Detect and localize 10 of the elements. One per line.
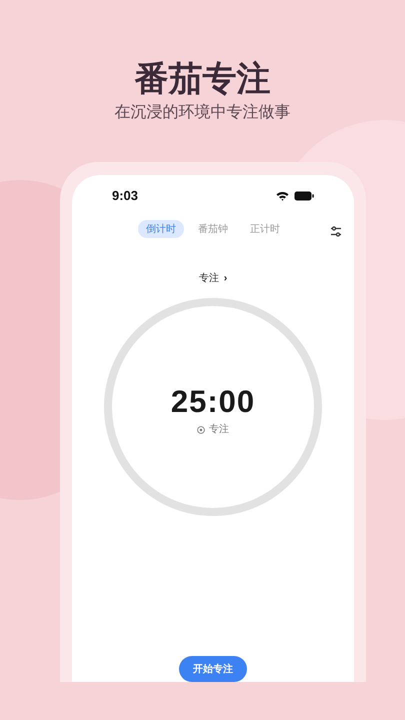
status-time: 9:03 bbox=[112, 186, 138, 205]
focus-selector[interactable]: 专注 › bbox=[198, 272, 228, 286]
subtitle: 在沉浸的环境中专注做事 bbox=[114, 102, 290, 123]
mode-tab[interactable]: 正计时 bbox=[242, 220, 288, 238]
mode-tab[interactable]: 番茄钟 bbox=[190, 220, 236, 238]
headline: 番茄专注 bbox=[134, 59, 270, 100]
timer-mode: 专注 bbox=[209, 424, 229, 436]
timer-display: 25:00 bbox=[170, 384, 256, 420]
start-button[interactable]: 开始专注 bbox=[179, 656, 247, 682]
mode-tab[interactable]: 倒计时 bbox=[138, 220, 184, 238]
